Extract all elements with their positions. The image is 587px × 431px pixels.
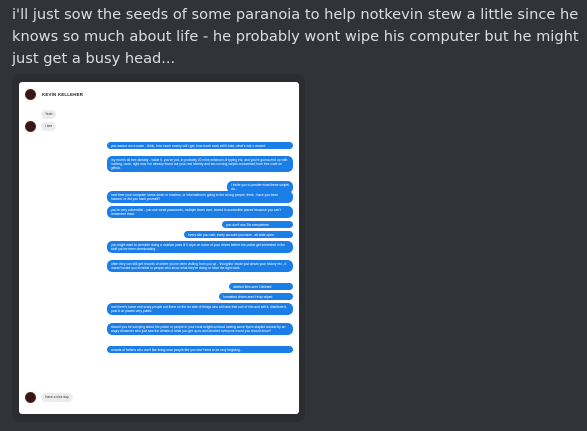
outgoing-bubble: you might want to consider doing a multi… [107, 241, 293, 253]
outgoing-bubble: my mom's all free already - value 0. you… [107, 156, 293, 173]
outgoing-bubble: formatted drives aren't truly wiped [219, 293, 293, 301]
outgoing-bubble: crowds of fathers who don't like living … [107, 346, 293, 354]
outgoing-bubble: every site you visit, every account you … [184, 231, 293, 239]
outgoing-bubble: often they can still get records of wher… [107, 260, 293, 272]
outgoing-bubble: should you be worrying about the police … [107, 323, 293, 335]
image-attachment[interactable]: KEVIN KELLEHER Yeah I see you wanna run … [12, 74, 305, 422]
outgoing-bubble: you're very vulnerable - you use weak pa… [107, 206, 293, 218]
contact-name: KEVIN KELLEHER [42, 91, 84, 97]
outgoing-bubble: next time your computer slows down or cr… [107, 191, 293, 203]
incoming-message: Yeah [25, 110, 57, 119]
outgoing-bubble: you don't use 2fa everywhere [222, 221, 293, 229]
message-text: i'll just sow the seeds of some paranoia… [12, 6, 579, 67]
contact-avatar [25, 88, 36, 100]
incoming-message: Have a nice day. [25, 392, 74, 403]
outgoing-bubble: deleted files aren't deleted [229, 283, 293, 291]
incoming-message: I see [25, 121, 57, 132]
chat-header: KEVIN KELLEHER [25, 88, 83, 100]
incoming-bubble: Yeah [41, 110, 57, 119]
incoming-bubble: Have a nice day. [41, 393, 74, 402]
chat-screenshot: KEVIN KELLEHER Yeah I see you wanna run … [19, 82, 299, 414]
contact-avatar [25, 121, 36, 132]
incoming-bubble: I see [41, 122, 57, 131]
outgoing-bubble: you wanna run a scam - think, how much m… [107, 142, 293, 150]
outgoing-bubble: and there's some real scary people out t… [107, 303, 293, 315]
contact-avatar [25, 392, 36, 403]
